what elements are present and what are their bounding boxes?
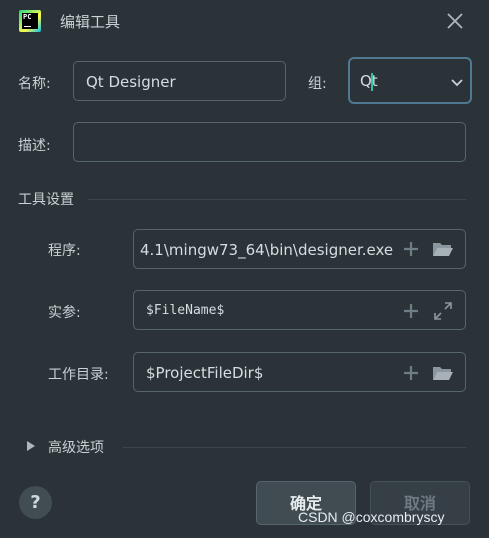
- description-label: 描述:: [18, 138, 51, 154]
- close-button[interactable]: [443, 9, 467, 33]
- add-icon[interactable]: [402, 364, 420, 382]
- folder-icon[interactable]: [432, 240, 454, 258]
- chevron-down-icon[interactable]: [450, 75, 464, 94]
- advanced-options-label: 高级选项: [48, 440, 104, 456]
- group-label: 组:: [308, 76, 327, 92]
- tool-settings-title: 工具设置: [18, 192, 74, 208]
- text-caret: [371, 73, 373, 91]
- triangle-right-icon: [27, 441, 35, 451]
- add-macro-icon[interactable]: [402, 302, 420, 320]
- description-field[interactable]: [73, 122, 466, 162]
- group-combobox[interactable]: Qt: [348, 57, 472, 104]
- close-icon: [447, 13, 463, 29]
- expand-icon[interactable]: [433, 301, 453, 321]
- group-value: Qt: [360, 72, 378, 90]
- folder-icon[interactable]: [432, 364, 454, 382]
- help-button[interactable]: ?: [19, 486, 52, 519]
- pycharm-logo-icon: PC: [19, 10, 41, 32]
- workdir-label: 工作目录:: [48, 367, 109, 383]
- program-value: 4.1\mingw73_64\bin\designer.exe: [140, 241, 394, 259]
- add-icon[interactable]: [402, 240, 420, 258]
- advanced-divider: [123, 447, 466, 448]
- name-field[interactable]: Qt Designer: [73, 61, 286, 101]
- dialog-title: 编辑工具: [60, 13, 121, 31]
- watermark-text: CSDN @coxcombryscy: [298, 509, 445, 525]
- arguments-label: 实参:: [48, 305, 81, 321]
- title-bar: PC 编辑工具: [0, 0, 489, 42]
- name-label: 名称:: [18, 76, 51, 92]
- section-divider: [88, 199, 466, 200]
- program-label: 程序:: [48, 243, 81, 259]
